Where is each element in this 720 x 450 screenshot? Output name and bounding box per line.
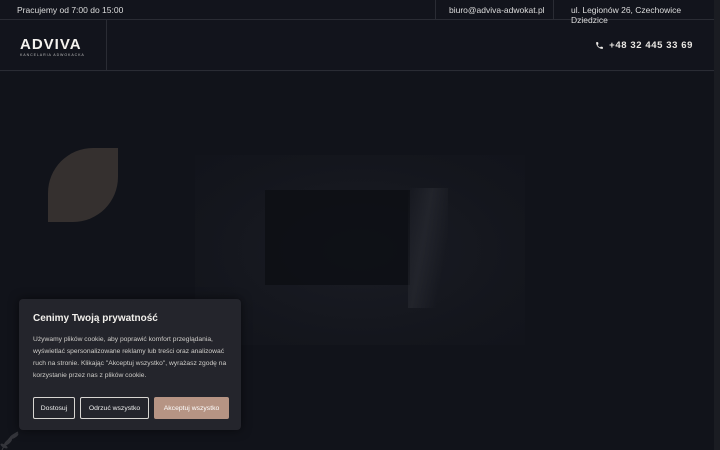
top-info-bar: Pracujemy od 7:00 do 15:00 biuro@adviva-… — [0, 0, 720, 25]
working-hours: Pracujemy od 7:00 do 15:00 — [17, 5, 124, 15]
email-link[interactable]: biuro@adviva-adwokat.pl — [449, 5, 545, 15]
hero-image-highlight — [408, 188, 448, 308]
logo[interactable]: ADVIVA Kancelaria Adwokacka — [20, 36, 85, 57]
divider — [553, 0, 554, 20]
cookie-description: Używamy plików cookie, aby poprawić komf… — [33, 336, 227, 379]
logo-wordmark: ADVIVA — [20, 36, 82, 53]
phone-icon — [596, 42, 604, 49]
cookie-consent-dialog: Cenimy Twoją prywatność Używamy plików c… — [19, 299, 241, 430]
site-header: ADVIVA Kancelaria Adwokacka +48 32 445 3… — [0, 20, 720, 71]
phone-link[interactable]: +48 32 445 33 69 — [595, 40, 693, 51]
accept-all-button[interactable]: Akceptuj wszystko — [154, 397, 229, 419]
cookie-actions: Dostosuj Odrzuć wszystko Akceptuj wszyst… — [33, 397, 229, 419]
page-scrollbar[interactable] — [714, 0, 720, 450]
divider — [435, 0, 436, 20]
reject-all-button[interactable]: Odrzuć wszystko — [80, 397, 149, 419]
logo-tagline: Kancelaria Adwokacka — [20, 53, 85, 57]
customize-button[interactable]: Dostosuj — [33, 397, 75, 419]
divider — [106, 20, 107, 71]
phone-number: +48 32 445 33 69 — [609, 40, 693, 51]
cookie-title: Cenimy Twoją prywatność — [33, 313, 158, 324]
hero-image-detail — [265, 190, 410, 285]
